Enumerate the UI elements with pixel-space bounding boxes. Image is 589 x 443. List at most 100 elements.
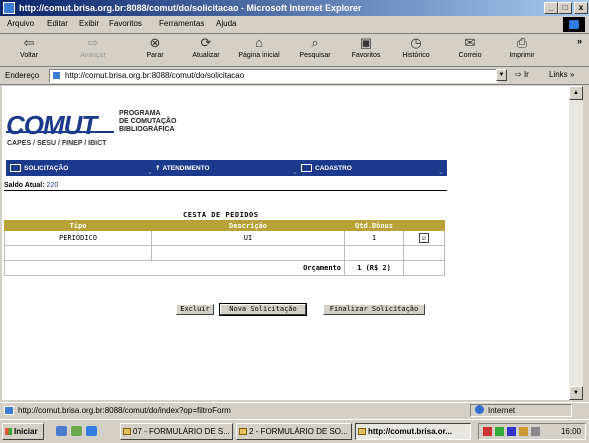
page-icon	[52, 71, 61, 80]
home-button[interactable]: ⌂ Página inicial	[233, 35, 285, 60]
orcamento-label: Orçamento	[4, 260, 345, 276]
favorites-button[interactable]: ▣ Favoritos	[346, 35, 386, 60]
nav-dropdown-icon[interactable]: ⌄	[438, 168, 444, 176]
print-button[interactable]: ⎙ Imprimir	[505, 35, 539, 60]
cesta-title: CESTA DE PEDIDOS	[183, 211, 259, 219]
table-row-total: Orçamento 1 (R$ 2)	[4, 260, 445, 276]
nav-solicitacao-label: SOLICITAÇÃO	[24, 165, 69, 172]
header-tipo: Tipo	[4, 220, 152, 231]
scroll-down-button[interactable]: ▼	[569, 386, 583, 400]
links-button[interactable]: Links »	[549, 70, 574, 79]
refresh-button[interactable]: ⟳ Atualizar	[186, 35, 226, 60]
cell-empty	[4, 245, 152, 261]
system-tray: 16:00	[478, 423, 586, 440]
close-button[interactable]: x	[574, 2, 588, 14]
monitor-icon	[10, 164, 21, 173]
nav-dropdown-icon[interactable]: ⌄	[147, 168, 153, 176]
tray-icon[interactable]	[495, 427, 504, 436]
logo-line-2: DE COMUTAÇÃO	[119, 118, 177, 125]
mail-icon: ✉	[464, 35, 476, 50]
go-button[interactable]: ⇨ Ir	[515, 70, 529, 79]
go-arrow-icon: ⇨	[515, 70, 522, 79]
standard-toolbar: ⇦ Voltar ⇨ Avançar ⊗ Parar ⟳ Atualizar ⌂…	[0, 34, 589, 67]
nav-dropdown-icon[interactable]: ⌄	[292, 168, 298, 176]
divider	[4, 190, 447, 191]
logo-caption: CAPES / SESU / FINEP / IBICT	[7, 140, 107, 147]
zone-label: Internet	[488, 406, 516, 415]
task-internet-explorer[interactable]: http://comut.brisa.or...	[355, 423, 471, 440]
refresh-icon: ⟳	[200, 35, 212, 50]
page-status-icon	[4, 406, 14, 415]
cell-empty	[151, 245, 345, 261]
nav-solicitacao[interactable]: SOLICITAÇÃO	[10, 160, 68, 176]
table-row-empty	[4, 245, 445, 261]
volume-icon[interactable]	[531, 427, 540, 436]
print-icon: ⎙	[516, 35, 528, 50]
table-row: PERIÓDICO UI 1 ☑	[4, 230, 445, 246]
ie-quicklaunch-icon[interactable]	[86, 426, 97, 436]
scroll-up-button[interactable]: ▲	[569, 86, 583, 100]
forward-label: Avançar	[80, 52, 106, 59]
window-title: http://comut.brisa.org.br:8088/comut/do/…	[19, 3, 362, 13]
history-label: Histórico	[402, 52, 430, 59]
ie-page-icon	[3, 2, 15, 14]
desktop-icon[interactable]	[56, 426, 67, 436]
back-label: Voltar	[20, 52, 38, 59]
saldo-label: Saldo Atual:	[4, 182, 45, 189]
nav-atendimento[interactable]: ☨ ATENDIMENTO	[156, 160, 210, 176]
address-input[interactable]: http://comut.brisa.org.br:8088/comut/do/…	[49, 69, 498, 83]
maximize-button[interactable]: □	[558, 2, 572, 14]
history-icon: ◷	[410, 35, 422, 50]
refresh-label: Atualizar	[192, 52, 220, 59]
select-checkbox[interactable]: ☑	[419, 233, 429, 243]
nav-cadastro[interactable]: CADASTRO	[301, 160, 352, 176]
menu-editar[interactable]: Editar	[47, 19, 68, 28]
status-text: http://comut.brisa.org.br:8088/comut/do/…	[18, 406, 231, 415]
menu-favoritos[interactable]: Favoritos	[109, 19, 142, 28]
home-icon: ⌂	[255, 35, 263, 50]
tray-icon[interactable]	[519, 427, 528, 436]
minimize-button[interactable]: _	[544, 2, 558, 14]
quicklaunch-icon[interactable]	[71, 426, 82, 436]
menu-exibir[interactable]: Exibir	[79, 19, 99, 28]
address-label: Endereço	[5, 71, 40, 80]
menu-ajuda[interactable]: Ajuda	[216, 19, 236, 28]
search-button[interactable]: ⌕ Pesquisar	[295, 36, 335, 60]
menu-bar: Arquivo Editar Exibir Favoritos Ferramen…	[0, 16, 589, 34]
forward-button[interactable]: ⇨ Avançar	[76, 36, 110, 60]
excluir-button[interactable]: Excluir	[176, 304, 214, 315]
tray-icon[interactable]	[483, 427, 492, 436]
back-button[interactable]: ⇦ Voltar	[14, 36, 44, 60]
saldo-value: 220	[46, 182, 59, 189]
cell-select: ☑	[403, 230, 445, 246]
security-zone: Internet	[470, 404, 572, 417]
logo-line-3: BIBLIOGRÁFICA	[119, 126, 175, 133]
menu-arquivo[interactable]: Arquivo	[7, 19, 34, 28]
nova-solicitacao-button[interactable]: Nova Solicitação	[219, 303, 307, 316]
taskbar: Iniciar 07 - FORMULÁRIO DE S... 2 - FORM…	[0, 419, 589, 443]
favorites-icon: ▣	[359, 35, 373, 50]
task-formulario-07[interactable]: 07 - FORMULÁRIO DE S...	[120, 423, 233, 440]
window-title-bar[interactable]: http://comut.brisa.org.br:8088/comut/do/…	[0, 0, 589, 16]
history-button[interactable]: ◷ Histórico	[396, 35, 436, 60]
logo-program-text: PROGRAMA DE COMUTAÇÃO BIBLIOGRÁFICA	[119, 110, 176, 134]
header-qtd-bonus: Qtd.Bônus	[344, 220, 404, 231]
vertical-scrollbar[interactable]: ▲ ▼	[569, 86, 583, 400]
form-icon	[301, 164, 312, 173]
comut-logo: COMUT	[6, 110, 97, 140]
tray-icon[interactable]	[507, 427, 516, 436]
toolbar-overflow-button[interactable]: »	[577, 36, 582, 46]
task-formulario-2[interactable]: 2 - FORMULÁRIO DE SO...	[236, 423, 352, 440]
favorites-label: Favoritos	[351, 52, 381, 59]
table-header-row: Tipo Descrição Qtd.Bônus	[4, 220, 445, 231]
finalizar-solicitacao-button[interactable]: Finalizar Solicitação	[323, 304, 425, 315]
saldo-atual: Saldo Atual: 220	[4, 182, 58, 189]
start-button[interactable]: Iniciar	[2, 423, 44, 440]
stop-button[interactable]: ⊗ Parar	[141, 36, 169, 60]
address-dropdown-button[interactable]: ▼	[496, 69, 507, 81]
address-url: http://comut.brisa.org.br:8088/comut/do/…	[65, 71, 245, 80]
nav-atendimento-label: ATENDIMENTO	[162, 165, 210, 172]
clock[interactable]: 16:00	[561, 424, 581, 439]
mail-button[interactable]: ✉ Correio	[455, 35, 485, 60]
menu-ferramentas[interactable]: Ferramentas	[159, 19, 204, 28]
